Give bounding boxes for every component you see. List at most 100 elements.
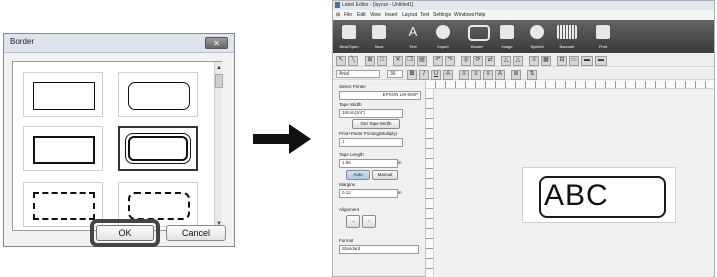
ribbon-image-button[interactable]: Image bbox=[493, 22, 521, 51]
app-titlebar: Label Editor - [layout - Untitled1] bbox=[333, 1, 714, 10]
flip-icon[interactable]: ⇄ bbox=[485, 56, 495, 66]
italic-icon[interactable]: I bbox=[419, 70, 429, 80]
auto-button[interactable]: Auto bbox=[346, 170, 370, 180]
layout-icon[interactable]: ▭ bbox=[569, 56, 579, 66]
border-option-thin-rounded[interactable] bbox=[118, 72, 198, 117]
line-icon[interactable]: ╲ bbox=[348, 56, 358, 66]
font-color-icon[interactable]: A bbox=[443, 70, 453, 80]
scroll-up-icon[interactable]: ▲ bbox=[215, 64, 223, 72]
dashed-rectangle-preview bbox=[33, 192, 95, 220]
alignment-label: Alignment bbox=[339, 207, 360, 212]
align-left-icon[interactable]: ≡ bbox=[459, 70, 469, 80]
grid-icon[interactable]: ⊟ bbox=[557, 56, 567, 66]
select-printer-label: Select Printer bbox=[339, 84, 367, 89]
spacing-icon[interactable]: ≣ bbox=[511, 70, 521, 80]
horizontal-ruler bbox=[426, 81, 713, 89]
label-text[interactable]: ABC bbox=[544, 179, 609, 213]
ribbon-save-button[interactable]: Save bbox=[365, 22, 393, 51]
menu-view[interactable]: View bbox=[370, 12, 381, 18]
printer-select[interactable]: EPSON LW-600P bbox=[339, 91, 421, 100]
menu-help[interactable]: Help bbox=[475, 12, 485, 18]
vertical-scrollbar[interactable]: ▲ ▼ bbox=[214, 62, 223, 230]
ribbon-barcode-button[interactable]: Barcode bbox=[553, 22, 581, 51]
table-icon[interactable]: ⊞ bbox=[365, 56, 375, 66]
menu-icon: ⊞ bbox=[336, 12, 341, 18]
border-icon bbox=[468, 25, 490, 41]
tape-2-icon[interactable]: ▬ bbox=[595, 56, 607, 66]
dashed-rounded-preview bbox=[128, 192, 190, 220]
select-arrow-icon[interactable]: ↖ bbox=[336, 56, 346, 66]
border-option-double-rounded-selected[interactable] bbox=[118, 126, 198, 171]
undo-icon[interactable]: ↶ bbox=[433, 56, 443, 66]
align-2-icon[interactable]: △ bbox=[513, 56, 523, 66]
ribbon-new-open-button[interactable]: New/Open bbox=[335, 22, 363, 51]
align-vertical-icon[interactable]: ↓ bbox=[362, 215, 376, 228]
menu-bar: ⊞ File Edit View Insert Layout Text Sett… bbox=[333, 10, 714, 20]
app-title: Label Editor - [layout - Untitled1] bbox=[342, 2, 414, 8]
menu-file[interactable]: File bbox=[344, 12, 352, 18]
redo-icon[interactable]: ↷ bbox=[445, 56, 455, 66]
menu-settings[interactable]: Settings bbox=[433, 12, 451, 18]
get-tape-width-button[interactable]: Get Tape Width bbox=[352, 119, 400, 129]
font-size-select[interactable]: 36 bbox=[387, 70, 403, 78]
format-select[interactable]: Standard bbox=[339, 245, 419, 254]
ribbon-print-button[interactable]: Print bbox=[589, 22, 617, 51]
align-horizontal-icon[interactable]: → bbox=[346, 215, 360, 228]
copy-icon[interactable]: ❐ bbox=[405, 56, 415, 66]
menu-text[interactable]: Text bbox=[420, 12, 429, 18]
frame-icon[interactable]: □ bbox=[377, 56, 387, 66]
image-icon bbox=[500, 25, 514, 39]
barcode-icon bbox=[557, 25, 577, 39]
align-center-icon[interactable]: ≡ bbox=[471, 70, 481, 80]
tape-icon[interactable]: ▬ bbox=[581, 56, 593, 66]
cut-icon[interactable]: ✕ bbox=[393, 56, 403, 66]
text-frame-icon[interactable]: A bbox=[495, 70, 505, 80]
menu-windows[interactable]: Windows bbox=[454, 12, 474, 18]
tape-width-select[interactable]: 18mm(3/4") bbox=[339, 109, 403, 118]
ok-button[interactable]: OK bbox=[96, 225, 154, 241]
margins-label: Margins bbox=[339, 182, 356, 187]
tape-length-label: Tape Length bbox=[339, 152, 364, 157]
ribbon-import-button[interactable]: Import bbox=[429, 22, 457, 51]
cancel-button[interactable]: Cancel bbox=[166, 225, 226, 241]
tape-length-unit: in bbox=[398, 160, 402, 165]
zoom-icon[interactable]: ◎ bbox=[461, 56, 471, 66]
label-editor-window: Label Editor - [layout - Untitled1] ⊞ Fi… bbox=[332, 0, 715, 277]
border-option-thick-rectangle[interactable] bbox=[23, 126, 103, 171]
group-icon[interactable]: ≡ bbox=[529, 56, 539, 66]
align-right-icon[interactable]: ≡ bbox=[483, 70, 493, 80]
tape-length-field[interactable]: 1.96 bbox=[339, 159, 398, 168]
menu-edit[interactable]: Edit bbox=[357, 12, 366, 18]
settings-panel: Select Printer EPSON LW-600P Tape Width … bbox=[334, 81, 426, 276]
menu-layout[interactable]: Layout bbox=[402, 12, 417, 18]
ribbon-text-button[interactable]: A Text bbox=[399, 22, 427, 51]
dialog-title: Border bbox=[10, 37, 35, 46]
text-format-toolbar: Arial 36 B I U A ≡ ≡ ≡ A ≣ ⇅ bbox=[333, 68, 714, 80]
print-paste-select[interactable]: 1 bbox=[339, 138, 403, 147]
rotate-icon[interactable]: ⟳ bbox=[473, 56, 483, 66]
order-icon[interactable]: ▦ bbox=[541, 56, 551, 66]
border-option-thin-rectangle[interactable] bbox=[23, 72, 103, 117]
ribbon-border-button[interactable]: Border bbox=[463, 22, 491, 51]
tape-width-label: Tape Width bbox=[339, 102, 362, 107]
ribbon-symbol-button[interactable]: Symbol bbox=[523, 22, 551, 51]
print-icon bbox=[596, 25, 610, 39]
thin-rectangle-preview bbox=[33, 82, 95, 110]
paste-icon[interactable]: ▤ bbox=[417, 56, 427, 66]
margins-field[interactable]: 0.12 bbox=[339, 189, 398, 198]
bold-icon[interactable]: B bbox=[407, 70, 417, 80]
align-icon[interactable]: △ bbox=[501, 56, 511, 66]
menu-insert[interactable]: Insert bbox=[385, 12, 398, 18]
underline-icon[interactable]: U bbox=[431, 70, 441, 80]
scroll-thumb[interactable] bbox=[215, 74, 223, 88]
symbol-icon bbox=[530, 25, 544, 39]
direction-icon[interactable]: ⇅ bbox=[527, 70, 537, 80]
new-open-icon bbox=[342, 25, 356, 39]
font-select[interactable]: Arial bbox=[336, 70, 380, 78]
right-arrow-icon bbox=[253, 124, 311, 154]
import-icon bbox=[436, 25, 450, 39]
thin-rounded-preview bbox=[128, 82, 190, 110]
margins-unit: in bbox=[398, 190, 402, 195]
close-icon[interactable]: ✕ bbox=[205, 37, 228, 49]
manual-button[interactable]: Manual bbox=[372, 170, 398, 180]
